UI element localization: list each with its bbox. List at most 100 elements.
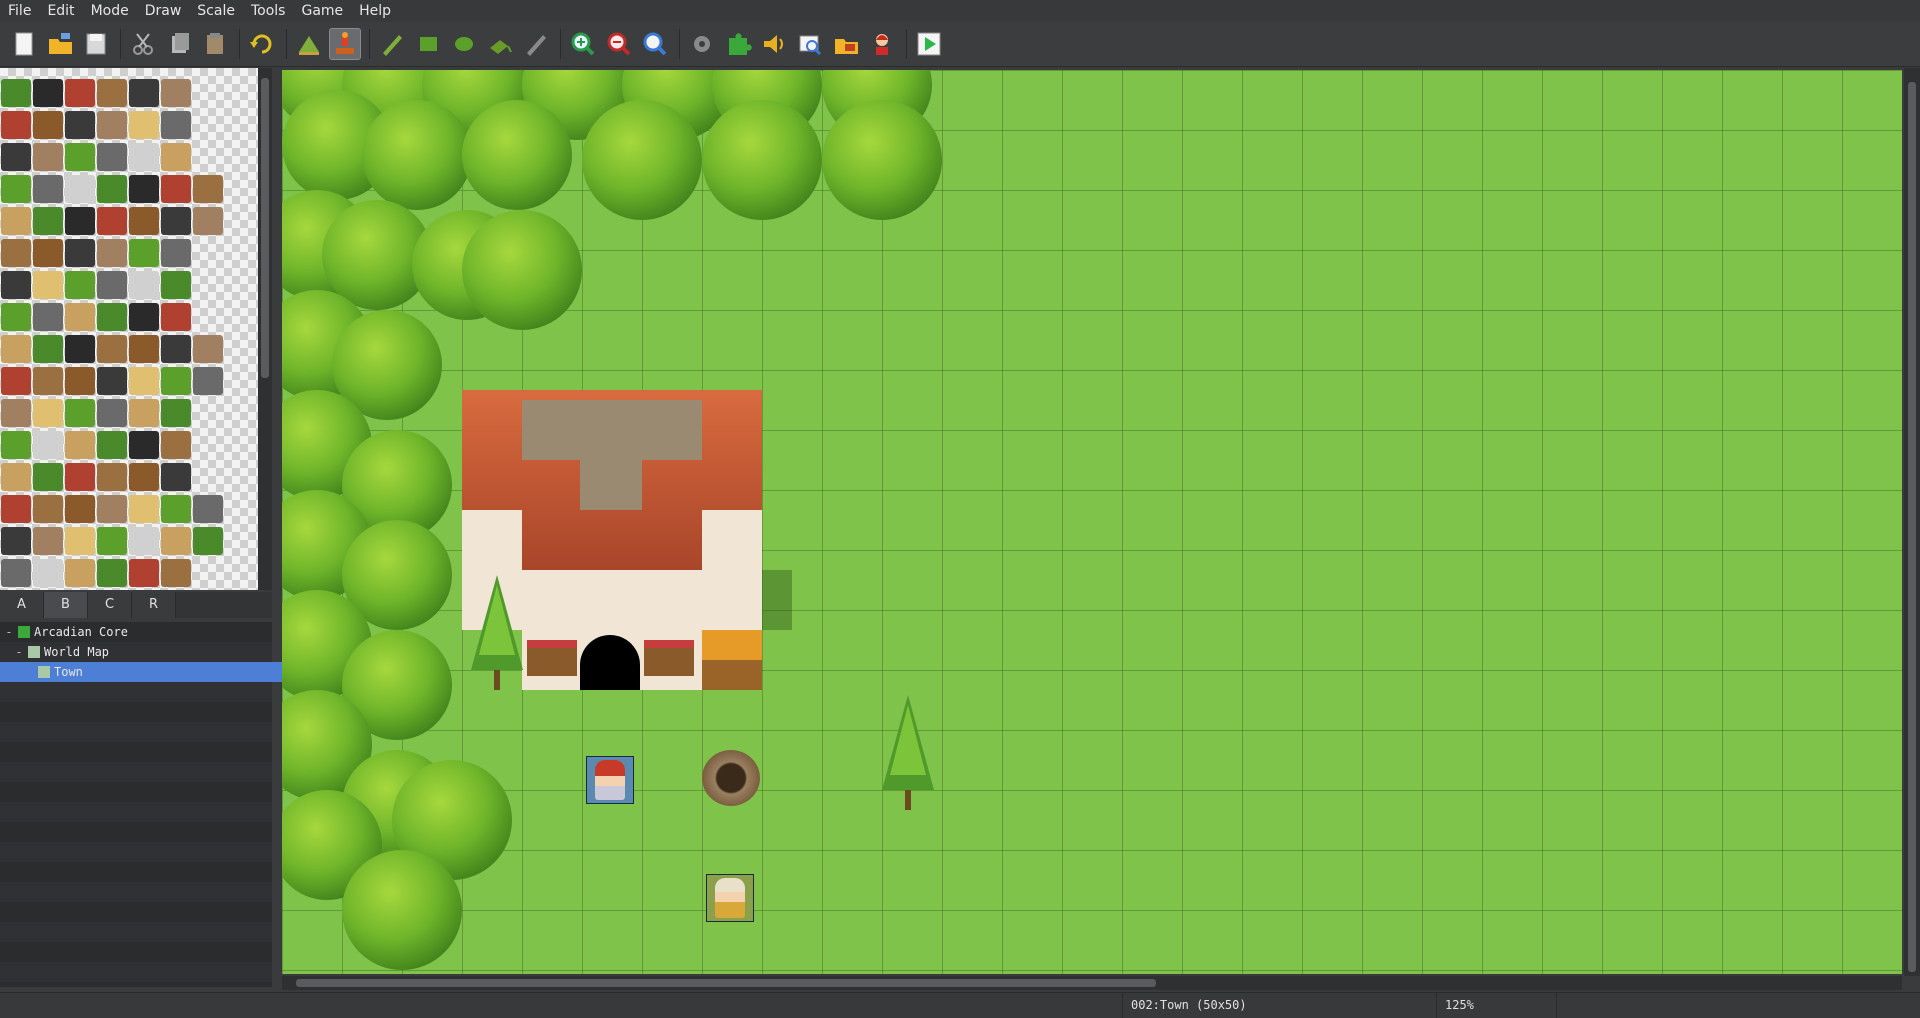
tile-swatch[interactable]: [33, 559, 63, 587]
tile-swatch[interactable]: [161, 495, 191, 523]
copy-button[interactable]: [163, 28, 195, 60]
tile-swatch[interactable]: [1, 303, 31, 331]
tile-swatch[interactable]: [193, 367, 223, 395]
tile-swatch[interactable]: [65, 207, 95, 235]
zoom-out-button[interactable]: [603, 28, 635, 60]
tile-swatch[interactable]: [33, 399, 63, 427]
tile-swatch[interactable]: [97, 143, 127, 171]
menu-game[interactable]: Game: [293, 0, 351, 22]
tab-a[interactable]: A: [0, 592, 44, 618]
tile-swatch[interactable]: [129, 175, 159, 203]
tile-swatch[interactable]: [97, 495, 127, 523]
tile-swatch[interactable]: [129, 495, 159, 523]
tile-swatch[interactable]: [65, 495, 95, 523]
tile-swatch[interactable]: [65, 367, 95, 395]
zoom-in-button[interactable]: [567, 28, 599, 60]
tile-swatch[interactable]: [1, 239, 31, 267]
tile-swatch[interactable]: [161, 79, 191, 107]
tile-swatch[interactable]: [65, 79, 95, 107]
tile-swatch[interactable]: [161, 303, 191, 331]
tile-swatch[interactable]: [1, 399, 31, 427]
tile-swatch[interactable]: [65, 111, 95, 139]
new-file-button[interactable]: [8, 28, 40, 60]
map-tree-item[interactable]: - Arcadian Core: [0, 622, 276, 642]
tile-swatch[interactable]: [97, 399, 127, 427]
tile-swatch[interactable]: [161, 271, 191, 299]
tile-swatch[interactable]: [193, 175, 223, 203]
map-tree-item[interactable]: Town: [0, 662, 296, 682]
tile-swatch[interactable]: [1, 79, 31, 107]
tile-swatch[interactable]: [161, 559, 191, 587]
tile-swatch[interactable]: [97, 527, 127, 555]
cut-button[interactable]: [127, 28, 159, 60]
tile-swatch[interactable]: [193, 335, 223, 363]
tile-swatch[interactable]: [161, 175, 191, 203]
tile-swatch[interactable]: [129, 143, 159, 171]
tileset-vertical-scrollbar[interactable]: [258, 68, 272, 590]
scroll-thumb[interactable]: [296, 979, 1156, 987]
tile-swatch[interactable]: [65, 303, 95, 331]
fill-button[interactable]: [484, 28, 516, 60]
menu-file[interactable]: File: [0, 0, 39, 22]
tile-swatch[interactable]: [65, 559, 95, 587]
tile-swatch[interactable]: [33, 271, 63, 299]
tile-swatch[interactable]: [1, 431, 31, 459]
paste-button[interactable]: [199, 28, 231, 60]
tile-swatch[interactable]: [161, 143, 191, 171]
tile-swatch[interactable]: [65, 239, 95, 267]
tile-swatch[interactable]: [193, 527, 223, 555]
tile-swatch[interactable]: [161, 527, 191, 555]
tile-swatch[interactable]: [129, 335, 159, 363]
tile-swatch[interactable]: [65, 335, 95, 363]
tile-swatch[interactable]: [129, 207, 159, 235]
sound-button[interactable]: [758, 28, 790, 60]
map-tree-item[interactable]: - World Map: [0, 642, 286, 662]
shadow-pen-button[interactable]: [520, 28, 552, 60]
tab-c[interactable]: C: [88, 592, 132, 618]
map-vertical-scrollbar[interactable]: [1904, 68, 1920, 976]
tile-swatch[interactable]: [161, 335, 191, 363]
playtest-button[interactable]: [913, 28, 945, 60]
tile-swatch[interactable]: [1, 495, 31, 523]
tile-swatch[interactable]: [129, 399, 159, 427]
menu-help[interactable]: Help: [351, 0, 399, 22]
tile-swatch[interactable]: [33, 431, 63, 459]
tile-swatch[interactable]: [1, 527, 31, 555]
tile-swatch[interactable]: [1, 463, 31, 491]
tile-swatch[interactable]: [129, 111, 159, 139]
open-folder-button[interactable]: [44, 28, 76, 60]
tile-swatch[interactable]: [1, 559, 31, 587]
tile-swatch[interactable]: [1, 367, 31, 395]
tile-swatch[interactable]: [193, 495, 223, 523]
zoom-actual-button[interactable]: [639, 28, 671, 60]
tile-swatch[interactable]: [33, 367, 63, 395]
resource-folder-button[interactable]: [830, 28, 862, 60]
database-gear-button[interactable]: [686, 28, 718, 60]
tile-swatch[interactable]: [97, 271, 127, 299]
map-horizontal-scrollbar[interactable]: [282, 976, 1902, 990]
tile-swatch[interactable]: [1, 175, 31, 203]
pencil-button[interactable]: [376, 28, 408, 60]
tile-swatch[interactable]: [129, 559, 159, 587]
tile-swatch[interactable]: [65, 527, 95, 555]
tile-swatch[interactable]: [65, 431, 95, 459]
tile-swatch[interactable]: [97, 335, 127, 363]
tileset-palette[interactable]: [0, 68, 258, 590]
tile-swatch[interactable]: [97, 431, 127, 459]
tile-swatch[interactable]: [161, 111, 191, 139]
layer-event-button[interactable]: [329, 28, 361, 60]
tile-swatch[interactable]: [65, 463, 95, 491]
tile-swatch[interactable]: [33, 335, 63, 363]
tile-swatch[interactable]: [161, 431, 191, 459]
tile-swatch[interactable]: [33, 111, 63, 139]
event-search-button[interactable]: [794, 28, 826, 60]
tile-swatch[interactable]: [193, 207, 223, 235]
tile-swatch[interactable]: [97, 207, 127, 235]
tile-swatch[interactable]: [1, 111, 31, 139]
undo-button[interactable]: [246, 28, 278, 60]
plugin-puzzle-button[interactable]: [722, 28, 754, 60]
tile-swatch[interactable]: [129, 431, 159, 459]
tile-swatch[interactable]: [97, 559, 127, 587]
tile-swatch[interactable]: [65, 271, 95, 299]
menu-mode[interactable]: Mode: [83, 0, 137, 22]
